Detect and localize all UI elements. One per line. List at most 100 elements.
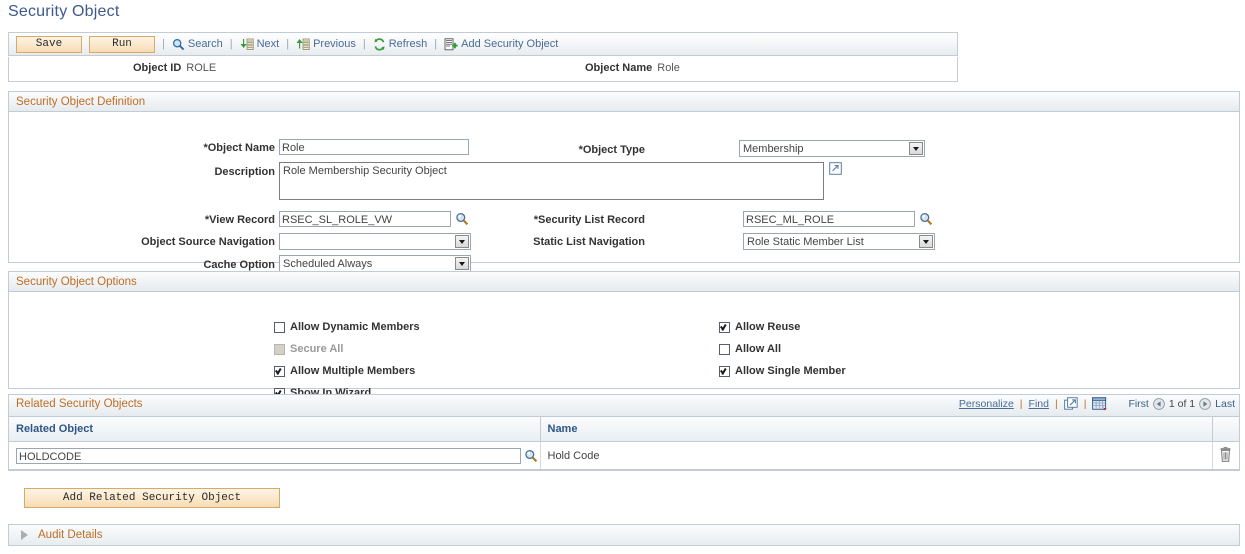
related-objects-table: Related Object Name HOLDCODE Hold Code [9,417,1239,470]
related-section-header: Related Security Objects [16,398,143,410]
security-list-record-label: *Security List Record [533,214,645,226]
audit-details-section[interactable]: Audit Details [8,524,1240,546]
static-list-navigation-select[interactable]: Role Static Member List [743,233,935,250]
security-list-record-lookup-icon[interactable] [919,212,933,226]
collapse-triangle-icon[interactable] [21,530,28,540]
allow-multiple-members-label: Allow Multiple Members [290,365,416,377]
grid-pager: First 1 of 1 Last [1128,398,1235,410]
chevron-down-icon[interactable] [909,142,923,155]
previous-action[interactable]: Previous [296,38,356,51]
save-button[interactable]: Save [16,35,82,53]
next-icon [240,38,254,51]
security-object-options-panel: Security Object Options Allow Dynamic Me… [8,271,1240,399]
allow-single-member-label: Allow Single Member [735,365,846,377]
grid-toolbar: Personalize | Find | | First 1 of 1 Last [959,397,1235,411]
toolbar-separator-2: | [229,38,233,50]
object-type-select[interactable]: Membership [739,140,925,157]
toolbar-separator-1: | [162,38,165,50]
expand-description-icon[interactable] [829,162,842,175]
option-allow-single-member[interactable]: Allow Single Member [719,365,846,377]
audit-details-label: Audit Details [38,529,103,541]
next-label: Next [256,38,280,50]
find-link[interactable]: Find [1029,398,1049,410]
search-action[interactable]: Search [172,38,223,51]
column-header-actions [1212,417,1239,442]
allow-all-checkbox[interactable] [719,343,730,355]
cache-option-label: Cache Option [203,259,275,271]
add-security-object-label: Add Security Object [461,38,559,50]
object-name-key-label: Object Name [585,62,653,74]
page-title: Security Object [8,3,120,20]
allow-reuse-checkbox[interactable] [719,321,730,333]
previous-icon [296,38,310,51]
option-allow-multiple-members[interactable]: Allow Multiple Members [274,365,415,377]
table-row: HOLDCODE Hold Code [9,441,1239,470]
object-type-value: Membership [743,142,804,155]
allow-single-member-checkbox[interactable] [719,365,730,377]
refresh-icon [373,37,386,51]
option-allow-all[interactable]: Allow All [719,343,781,355]
cell-delete-action[interactable] [1212,441,1239,470]
key-fields-bar: Object ID ROLE Object Name Role [8,57,958,82]
previous-page-icon[interactable] [1153,398,1165,410]
cell-name: Hold Code [540,441,1213,470]
trash-icon[interactable] [1219,446,1232,462]
related-object-lookup-icon[interactable] [524,449,538,463]
cache-option-value: Scheduled Always [283,257,373,270]
toolbar-separator-4: | [362,38,366,50]
object-id-value: ROLE [186,62,217,74]
search-icon [172,38,185,51]
static-list-navigation-value: Role Static Member List [747,235,864,248]
last-link[interactable]: Last [1215,398,1235,410]
cell-related-object: HOLDCODE [9,441,541,470]
secure-all-checkbox [274,343,285,355]
chevron-down-icon[interactable] [455,257,469,270]
object-id-label: Object ID [133,62,182,74]
definition-section-header: Security Object Definition [9,92,1239,112]
option-secure-all: Secure All [274,343,343,355]
object-name-input[interactable]: Role [279,139,469,155]
security-object-definition-panel: Security Object Definition *Object Name … [8,91,1240,272]
object-type-label: *Object Type [578,144,645,156]
description-textarea[interactable]: Role Membership Security Object [279,162,824,200]
cache-option-select[interactable]: Scheduled Always [279,255,471,272]
allow-multiple-members-checkbox[interactable] [274,365,285,377]
add-security-object-action[interactable]: Add Security Object [444,37,559,51]
add-document-icon [444,37,458,51]
description-label: Description [214,166,275,178]
table-header-row: Related Object Name [9,417,1239,442]
chevron-down-icon[interactable] [919,235,933,248]
expand-grid-icon[interactable] [1063,397,1078,411]
column-header-related-object: Related Object [9,417,541,442]
personalize-link[interactable]: Personalize [959,398,1014,410]
download-to-excel-icon[interactable] [1092,397,1108,411]
object-name-label: *Object Name [203,142,275,154]
run-button[interactable]: Run [89,35,155,53]
secure-all-label: Secure All [290,343,344,355]
object-name-key-value: Role [657,62,680,74]
related-security-objects-panel: Related Security Objects Personalize | F… [8,394,1240,471]
next-page-icon[interactable] [1199,398,1211,410]
next-action[interactable]: Next [240,38,280,51]
related-object-input[interactable]: HOLDCODE [16,447,521,464]
view-record-label: *View Record [204,214,275,226]
previous-label: Previous [313,38,356,50]
add-related-security-object-button[interactable]: Add Related Security Object [24,488,280,508]
refresh-label: Refresh [388,38,428,50]
page-count: 1 of 1 [1168,398,1196,410]
page-toolbar: Save Run | Search | Next | Previous | Re… [8,32,958,56]
object-name-field: Object Name Role [585,62,680,74]
column-header-name: Name [540,417,1213,442]
allow-reuse-label: Allow Reuse [735,321,801,333]
toolbar-separator-3: | [286,38,290,50]
allow-dynamic-members-checkbox[interactable] [274,321,285,333]
option-allow-reuse[interactable]: Allow Reuse [719,321,800,333]
first-link[interactable]: First [1128,398,1148,410]
grid-separator-3: | [1083,398,1087,410]
security-list-record-input[interactable]: RSEC_ML_ROLE [743,211,915,227]
refresh-action[interactable]: Refresh [373,37,428,51]
grid-separator-1: | [1019,398,1023,410]
search-label: Search [187,38,223,50]
object-id-field: Object ID ROLE [133,62,216,74]
option-allow-dynamic-members[interactable]: Allow Dynamic Members [274,321,420,333]
